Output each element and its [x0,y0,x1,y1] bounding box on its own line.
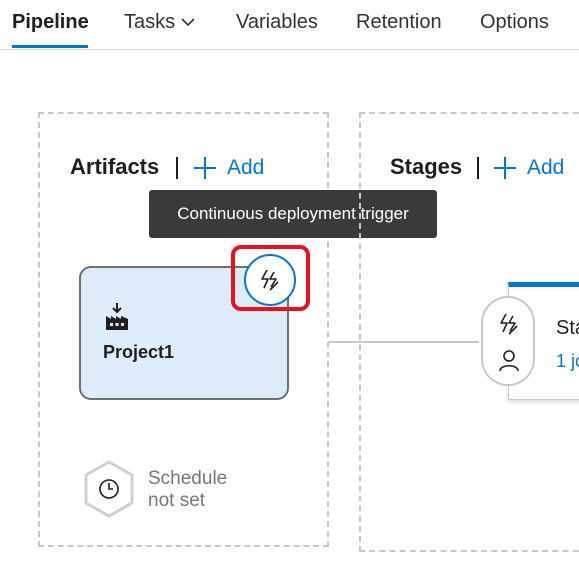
artifact-name: Project1 [103,342,175,362]
person-icon[interactable] [497,348,521,377]
schedule-line-1: Schedule [148,468,228,489]
tab-pipeline[interactable]: Pipeline [12,0,89,46]
plus-icon [494,157,516,179]
clock-icon [84,460,134,518]
tab-tasks-label: Tasks [124,11,176,33]
tab-tasks[interactable]: Tasks [124,0,195,46]
tab-variables[interactable]: Variables [236,0,318,46]
active-tab-indicator [12,45,88,48]
lightning-icon [261,269,279,291]
heading-separator [477,157,479,179]
stages-heading: Stages [390,154,463,179]
pre-deployment-conditions [481,296,535,386]
tab-options[interactable]: Options [480,0,549,46]
schedule-line-2: not set [148,490,206,511]
plus-icon [194,157,216,179]
artifacts-heading: Artifacts [70,154,160,179]
schedule-button[interactable] [82,460,136,523]
add-artifact-label: Add [227,156,265,179]
schedule-status: Schedule not set [148,468,227,512]
heading-separator [176,157,178,179]
continuous-deployment-trigger-button[interactable] [244,254,296,306]
build-icon [103,302,131,337]
stage-jobs-link[interactable]: 1 jo [556,351,579,372]
pipeline-tab-bar: Pipeline Tasks Variables Retention Optio… [0,0,579,50]
add-artifact-button[interactable]: Add [193,153,264,183]
tab-retention[interactable]: Retention [356,0,442,46]
lightning-icon[interactable] [497,312,521,341]
add-stage-button[interactable]: Add [493,153,564,183]
stage-name: Sta [556,317,579,339]
add-stage-label: Add [527,156,565,179]
chevron-down-icon [181,0,195,43]
